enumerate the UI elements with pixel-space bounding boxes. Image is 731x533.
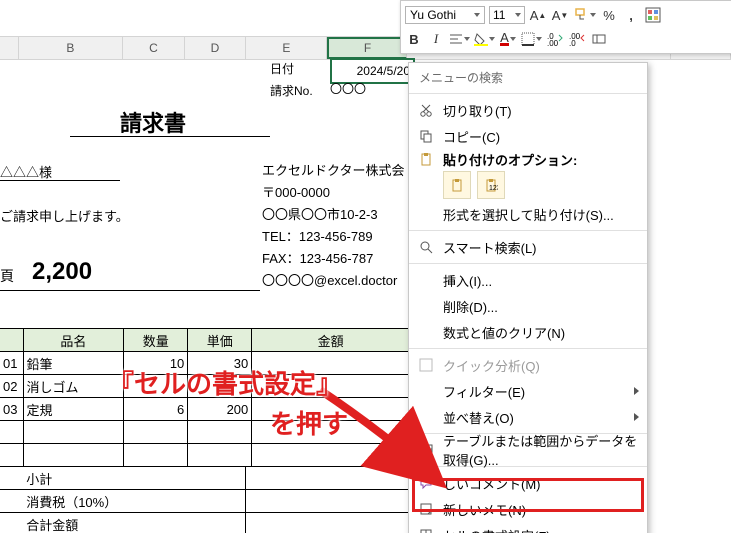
- reqno-label: 請求No.: [270, 82, 313, 99]
- bold-button[interactable]: B: [405, 29, 423, 49]
- quick-analysis-icon: [417, 356, 435, 374]
- submenu-arrow-icon: [634, 387, 639, 395]
- company-tel: TEL：123-456-789: [262, 226, 404, 248]
- amount-underline: [0, 290, 260, 291]
- company-fax: FAX：123-456-787: [262, 248, 404, 270]
- svg-text:123: 123: [489, 185, 498, 192]
- th-unit: 単価: [188, 329, 252, 351]
- total-label: 合計金額: [23, 513, 246, 533]
- reqno-value: 〇〇〇: [330, 80, 366, 97]
- chevron-down-icon: [510, 37, 516, 41]
- search-icon: [417, 238, 435, 256]
- font-color-button[interactable]: A: [499, 29, 517, 49]
- date-label: 日付: [270, 60, 294, 77]
- tax-label: 消費税（10%）: [23, 490, 246, 512]
- increase-decimal-button[interactable]: .0.00: [546, 29, 564, 49]
- border-button[interactable]: [521, 29, 542, 49]
- client-name: △△△様: [0, 162, 52, 181]
- format-painter-button[interactable]: [573, 5, 596, 25]
- menu-new-memo[interactable]: 新しいメモ(N): [409, 496, 647, 522]
- mini-toolbar: Yu Gothi 11 A▲ A▼ % , B I A: [400, 0, 731, 54]
- menu-paste-special[interactable]: 形式を選択して貼り付け(S)...: [409, 201, 647, 227]
- amount-label: 頁: [0, 266, 14, 286]
- memo-icon: [417, 500, 435, 518]
- copy-icon: [417, 127, 435, 145]
- cut-icon: [417, 101, 435, 119]
- menu-quick-analysis: クイック分析(Q): [409, 352, 647, 378]
- client-underline: [0, 180, 120, 181]
- date-value: 2024/5/20: [357, 64, 410, 78]
- font-size-combo[interactable]: 11: [489, 6, 525, 24]
- menu-delete[interactable]: 削除(D)...: [409, 293, 647, 319]
- chevron-down-icon: [489, 37, 495, 41]
- th-qty: 数量: [124, 329, 188, 351]
- menu-get-data[interactable]: テーブルまたは範囲からデータを取得(G)...: [409, 437, 647, 463]
- chevron-down-icon: [590, 13, 596, 17]
- conditional-format-button[interactable]: [644, 5, 662, 25]
- menu-cut[interactable]: 切り取り(T): [409, 97, 647, 123]
- amount-value: 2,200: [32, 258, 92, 286]
- table-icon: [417, 441, 435, 459]
- title-underline: [70, 136, 270, 137]
- decrease-decimal-button[interactable]: .00.0: [568, 29, 586, 49]
- company-addr: 〇〇県〇〇市10-2-3: [262, 204, 404, 226]
- menu-search-label[interactable]: メニューの検索: [409, 63, 647, 90]
- menu-sort[interactable]: 並べ替え(O): [409, 404, 647, 430]
- th-name: 品名: [24, 329, 125, 351]
- table-row[interactable]: 03 定規 6 200: [0, 398, 410, 421]
- company-zip: 〒000-0000: [262, 182, 404, 204]
- menu-new-comment[interactable]: しいコメント(M): [409, 470, 647, 496]
- increase-font-button[interactable]: A▲: [529, 5, 547, 25]
- align-button[interactable]: [449, 29, 470, 49]
- fill-color-button[interactable]: [474, 29, 495, 49]
- font-name-combo[interactable]: Yu Gothi: [405, 6, 485, 24]
- chevron-down-icon: [464, 37, 470, 41]
- chevron-down-icon: [515, 13, 521, 17]
- chevron-down-icon: [474, 13, 480, 17]
- menu-copy[interactable]: コピー(C): [409, 123, 647, 149]
- menu-paste-options-label: 貼り付けのオプション:: [409, 149, 647, 169]
- italic-button[interactable]: I: [427, 29, 445, 49]
- paste-default-button[interactable]: [443, 171, 471, 199]
- decrease-font-button[interactable]: A▼: [551, 5, 569, 25]
- subtotal-label: 小計: [23, 467, 246, 489]
- percent-button[interactable]: %: [600, 5, 618, 25]
- col-header-D[interactable]: D: [185, 37, 247, 59]
- more-formats-button[interactable]: [590, 29, 608, 49]
- font-size-value: 11: [493, 8, 505, 22]
- document-title: 請求書: [120, 106, 186, 138]
- menu-clear[interactable]: 数式と値のクリア(N): [409, 319, 647, 345]
- submenu-arrow-icon: [634, 413, 639, 421]
- svg-text:.00: .00: [547, 39, 559, 46]
- item-table: 品名 数量 単価 金額 01 鉛筆 10 30 02 消しゴム 03 定規 6 …: [0, 328, 410, 533]
- paste-icon: [417, 150, 435, 168]
- col-header-E[interactable]: E: [246, 37, 327, 59]
- chevron-down-icon: [536, 37, 542, 41]
- table-row[interactable]: 02 消しゴム: [0, 375, 410, 398]
- paste-values-button[interactable]: 123: [477, 171, 505, 199]
- menu-format-cells[interactable]: セルの書式設定(F)...: [409, 522, 647, 533]
- th-amt: 金額: [252, 329, 410, 351]
- col-header-F[interactable]: F: [327, 37, 406, 59]
- company-mail: 〇〇〇〇@excel.doctor: [262, 270, 404, 292]
- comma-style-button[interactable]: ,: [622, 5, 640, 25]
- company-name: エクセルドクター株式会: [262, 160, 404, 182]
- menu-filter[interactable]: フィルター(E): [409, 378, 647, 404]
- col-header-C[interactable]: C: [123, 37, 185, 59]
- note-text: ご請求申し上げます。: [0, 206, 129, 225]
- table-row[interactable]: 01 鉛筆 10 30: [0, 352, 410, 375]
- font-name-value: Yu Gothi: [410, 8, 456, 22]
- menu-insert[interactable]: 挿入(I)...: [409, 267, 647, 293]
- menu-smart-lookup[interactable]: スマート検索(L): [409, 234, 647, 260]
- format-cells-icon: [417, 526, 435, 533]
- company-block: エクセルドクター株式会 〒000-0000 〇〇県〇〇市10-2-3 TEL：1…: [262, 160, 404, 292]
- col-header-B[interactable]: B: [19, 37, 124, 59]
- svg-text:.0: .0: [569, 39, 576, 46]
- context-menu: メニューの検索 切り取り(T) コピー(C) 貼り付けのオプション: 123 形…: [408, 62, 648, 533]
- comment-icon: [417, 474, 435, 492]
